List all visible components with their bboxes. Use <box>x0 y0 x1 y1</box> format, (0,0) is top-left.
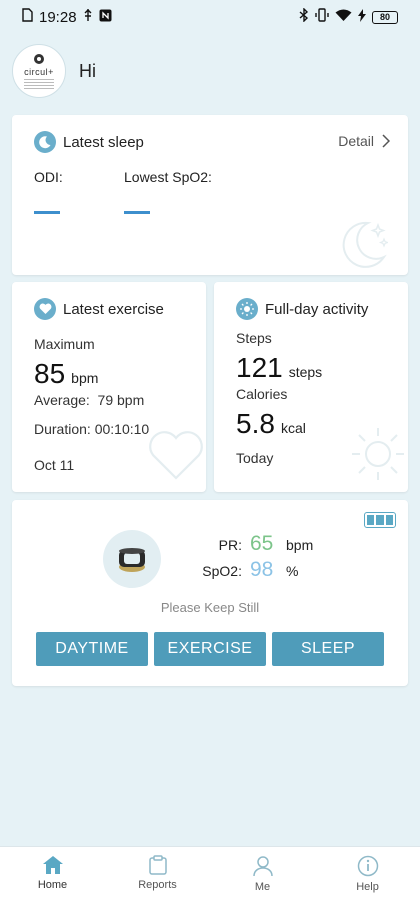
sun-icon <box>236 298 258 320</box>
greeting-text: Hi <box>79 60 96 81</box>
person-icon <box>252 856 273 877</box>
latest-sleep-card[interactable]: Latest sleep Detail ODI: Lowest SpO2: <box>12 115 408 275</box>
latest-exercise-card[interactable]: Latest exercise Maximum 85 bpm Average: 7… <box>12 282 206 492</box>
nav-home-label: Home <box>37 879 68 891</box>
spo2-unit: % <box>286 563 299 579</box>
maximum-label: Maximum <box>34 336 95 352</box>
sleep-button[interactable]: SLEEP <box>272 632 384 666</box>
exercise-button[interactable]: EXERCISE <box>154 632 266 666</box>
reports-icon <box>148 855 167 875</box>
wifi-icon <box>335 9 352 26</box>
sun-decoration-icon <box>352 428 404 480</box>
lowest-spo2-label: Lowest SpO2: <box>124 169 212 185</box>
mode-buttons: DAYTIME EXERCISE SLEEP <box>36 632 384 666</box>
avatar-fine-print <box>24 79 54 89</box>
live-monitor-card: PR: 65 bpm SpO2: 98 % Please Keep Still … <box>12 500 408 686</box>
calories-value: 5.8 <box>236 408 275 439</box>
status-bar: 19:28 80 <box>0 0 420 34</box>
spo2-row: SpO2: 98 % <box>200 558 313 584</box>
maximum-value: 85 <box>34 358 66 389</box>
status-time: 19:28 <box>39 8 77 26</box>
sleep-detail-link[interactable]: Detail <box>338 133 390 149</box>
charging-icon <box>358 8 366 26</box>
bottom-nav: Home Reports Me Help <box>0 846 420 900</box>
lowest-spo2-empty-value <box>124 211 150 214</box>
home-icon <box>42 856 63 874</box>
lowest-spo2-metric: Lowest SpO2: <box>124 169 214 214</box>
usb-icon <box>83 8 93 26</box>
avatar[interactable]: circul+ <box>12 44 66 98</box>
odi-metric: ODI: <box>34 169 124 214</box>
average-text: Average: 79 bpm <box>34 392 145 408</box>
notification-icon <box>99 9 112 26</box>
spo2-label: SpO2: <box>202 563 242 579</box>
greeting-header: circul+ Hi <box>12 44 96 98</box>
steps-label: Steps <box>236 330 272 346</box>
battery-indicator: 80 <box>372 10 398 24</box>
detail-label: Detail <box>338 133 374 149</box>
pulse-rate-row: PR: 65 bpm <box>200 532 314 558</box>
sim-icon <box>22 8 33 26</box>
ring-device-image <box>103 530 161 588</box>
chevron-right-icon <box>382 134 390 148</box>
brand-logo-icon <box>34 54 44 64</box>
odi-label: ODI: <box>34 169 63 185</box>
calories-label: Calories <box>236 386 288 402</box>
nav-home[interactable]: Home <box>0 847 105 900</box>
steps-row: 121 steps <box>236 352 408 384</box>
nav-reports-label: Reports <box>138 879 177 891</box>
nav-reports[interactable]: Reports <box>105 847 210 900</box>
nav-help-label: Help <box>356 881 379 893</box>
nav-me[interactable]: Me <box>210 847 315 900</box>
vibrate-icon <box>315 8 329 26</box>
avatar-logo-text: circul+ <box>24 67 54 77</box>
maximum-unit: bpm <box>71 370 99 386</box>
heart-decoration-icon <box>149 431 203 480</box>
heart-icon <box>34 298 56 320</box>
sleep-card-title: Latest sleep <box>63 133 144 151</box>
daytime-button[interactable]: DAYTIME <box>36 632 148 666</box>
pr-label: PR: <box>218 537 242 553</box>
moon-icon <box>34 131 56 153</box>
activity-card-title: Full-day activity <box>265 300 369 318</box>
nav-me-label: Me <box>254 881 271 893</box>
bluetooth-icon <box>299 7 309 26</box>
info-icon <box>357 855 378 877</box>
full-day-activity-card[interactable]: Full-day activity Steps 121 steps Calorie… <box>214 282 408 492</box>
steps-unit: steps <box>288 364 323 380</box>
smart-ring-icon <box>119 548 145 572</box>
maximum-value-row: 85 bpm <box>34 358 206 390</box>
pr-unit: bpm <box>286 537 314 553</box>
ring-battery-icon <box>364 512 396 528</box>
steps-value: 121 <box>236 352 283 383</box>
live-vitals: PR: 65 bpm SpO2: 98 % <box>200 532 313 584</box>
calories-unit: kcal <box>280 420 306 436</box>
nav-help[interactable]: Help <box>315 847 420 900</box>
spo2-value: 98 <box>250 558 274 581</box>
keep-still-hint: Please Keep Still <box>160 600 260 615</box>
odi-empty-value <box>34 211 60 214</box>
exercise-card-title: Latest exercise <box>63 300 164 318</box>
moon-stars-decoration-icon <box>342 221 388 268</box>
pr-value: 65 <box>250 532 274 555</box>
